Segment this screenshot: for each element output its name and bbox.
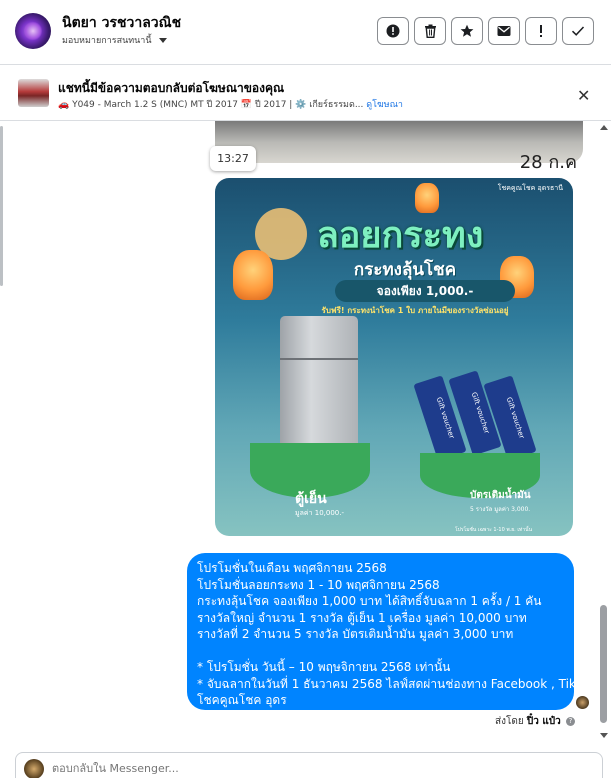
- sent-by-label: ส่งโดย ปิ๋ว แป๋ว ?: [495, 714, 575, 729]
- assign-label: มอบหมายการสนทนานี้: [62, 36, 152, 46]
- mark-done-button[interactable]: [562, 17, 594, 45]
- view-ad-link[interactable]: ดูโฆษณา: [366, 100, 403, 110]
- trash-icon: [424, 24, 436, 38]
- message-line: รางวัลใหญ่ จำนวน 1 รางวัล ตู้เย็น 1 เครื…: [197, 610, 527, 625]
- header-actions: [377, 17, 594, 45]
- message-line: * โปรโมชั่น วันนี้ – 10 พฤษจิกายน 2568 เ…: [197, 660, 451, 674]
- previous-photo-message[interactable]: 28 ก.ค: [215, 121, 583, 173]
- delete-button[interactable]: [414, 17, 446, 45]
- poster-footnote: โปรโมชั่น เฉพาะ 1-10 พ.ย. เท่านั้น: [455, 527, 532, 533]
- reply-composer[interactable]: [15, 752, 603, 778]
- message-thread: 28 ก.ค 13:27 โชคคูณโชค อุดรธานี ลอยกระทง…: [5, 121, 598, 743]
- gift-vouchers-image: Gift voucher Gift voucher Gift voucher: [413, 370, 537, 461]
- conversation-header: นิตยา วรชวาลวณิช มอบหมายการสนทนานี้: [0, 0, 611, 64]
- exclamation-icon: [540, 25, 542, 37]
- chevron-down-icon: [158, 37, 167, 43]
- assign-conversation-dropdown[interactable]: มอบหมายการสนทนานี้: [62, 33, 167, 47]
- seen-avatar: [576, 696, 589, 709]
- prize2-label: บัตรเติมน้ำมัน: [470, 490, 531, 501]
- sent-by-prefix: ส่งโดย: [495, 716, 524, 727]
- alert-icon: [386, 24, 400, 38]
- star-button[interactable]: [451, 17, 483, 45]
- close-icon[interactable]: ✕: [577, 86, 590, 105]
- page-avatar: [24, 759, 44, 778]
- poster-price: จองเพียง 1,000.-: [335, 280, 515, 302]
- prize1-value: มูลค่า 10,000.-: [295, 509, 344, 517]
- mark-unread-button[interactable]: [488, 17, 520, 45]
- poster-subtitle: กระทงลุ้นโชค: [353, 260, 457, 280]
- message-line: กระทงลุ้นโชค จองเพียง 1,000 บาท ได้สิทธิ…: [197, 594, 542, 608]
- message-line: [197, 643, 564, 660]
- mark-spam-button[interactable]: [377, 17, 409, 45]
- message-line: โปรโมชั่นลอยกระทง 1 - 10 พฤศจิกายน 2568: [197, 577, 440, 592]
- follow-up-button[interactable]: [525, 17, 557, 45]
- outgoing-message-bubble[interactable]: โปรโมชั่นในเดือน พฤศจิกายน 2568 โปรโมชั่…: [187, 553, 595, 710]
- envelope-icon: [497, 26, 511, 36]
- prize1-label: ตู้เย็น: [295, 491, 327, 507]
- scrollbar-thumb[interactable]: [600, 605, 607, 723]
- ad-thumbnail[interactable]: [18, 79, 49, 107]
- contact-name[interactable]: นิตยา วรชวาลวณิช: [62, 12, 181, 34]
- check-icon: [571, 26, 585, 36]
- scroll-up-icon[interactable]: [600, 125, 608, 130]
- ad-context-meta: 🚗 Y049 - March 1.2 S (MNC) MT ปี 2017 📅 …: [58, 97, 403, 111]
- avatar[interactable]: [15, 13, 51, 49]
- left-pane-scrollbar[interactable]: [0, 126, 3, 286]
- message-line: * จับฉลากในวันที่ 1 ธันวาคม 2568 ไลฟ์สดผ…: [197, 676, 595, 691]
- prize2-value: 5 รางวัล มูลค่า 3,000.: [470, 506, 531, 513]
- ad-context-banner: แชทนี้มีข้อความตอบกลับต่อโฆษณาของคุณ 🚗 Y…: [0, 65, 611, 121]
- promo-image-message[interactable]: โชคคูณโชค อุดรธานี ลอยกระทง กระทงลุ้นโชค…: [215, 178, 573, 536]
- sender-name: ปิ๋ว แป๋ว: [526, 716, 561, 727]
- poster-logo-text: โชคคูณโชค อุดรธานี: [497, 184, 563, 192]
- reply-input[interactable]: [52, 762, 552, 775]
- poster-title: ลอยกระทง: [316, 215, 484, 256]
- ad-context-title: แชทนี้มีข้อความตอบกลับต่อโฆษณาของคุณ: [58, 81, 285, 95]
- message-timestamp: 13:27: [210, 146, 256, 171]
- thread-scrollbar[interactable]: [599, 121, 611, 746]
- message-line: โชคคูณโชค อุดร: [197, 693, 287, 707]
- scroll-down-icon[interactable]: [600, 733, 608, 738]
- ad-meta-text: 🚗 Y049 - March 1.2 S (MNC) MT ปี 2017 📅 …: [58, 100, 364, 110]
- star-icon: [460, 24, 474, 37]
- info-icon[interactable]: ?: [565, 716, 575, 726]
- message-line: รางวัลที่ 2 จำนวน 5 รางวัล บัตรเติมน้ำมั…: [197, 627, 514, 641]
- photo-date-text: 28 ก.ค: [519, 152, 577, 173]
- message-line: โปรโมชั่นในเดือน พฤศจิกายน 2568: [197, 561, 387, 575]
